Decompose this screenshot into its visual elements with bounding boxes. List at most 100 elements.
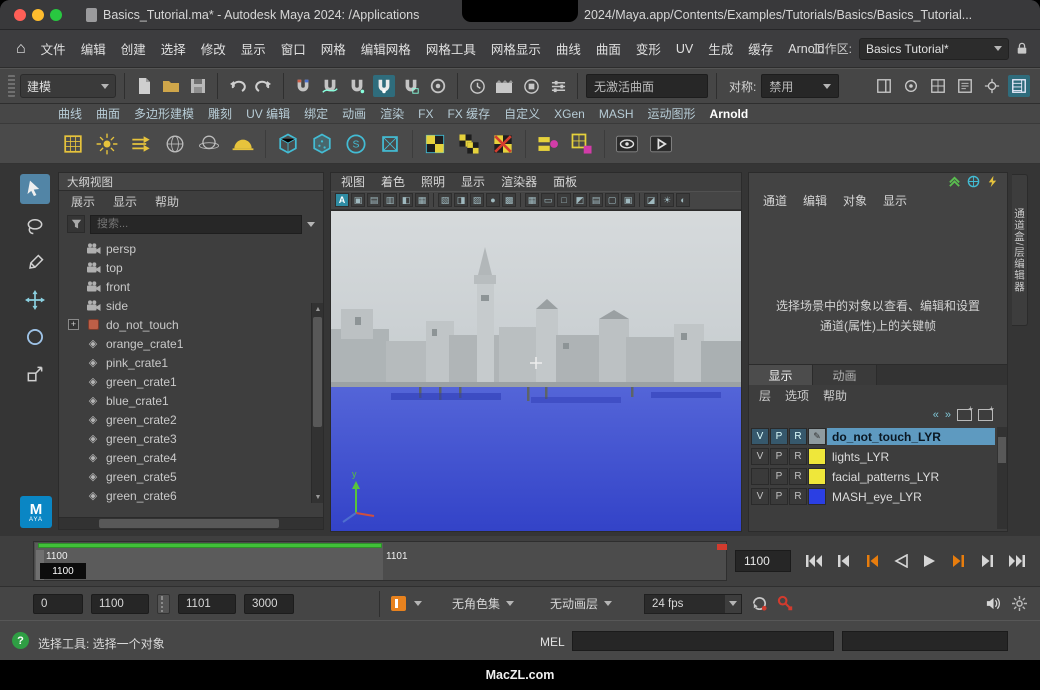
directional-light-icon[interactable] [126,129,156,159]
layer-row-do-not-touch[interactable]: V P R do_not_touch_LYR [751,427,995,446]
symmetry-selector[interactable]: 禁用 [761,74,839,98]
new-scene-button[interactable] [133,75,155,97]
titlebar[interactable]: Basics_Tutorial.ma* - Autodesk Maya 2024… [0,0,1040,30]
outliner-item-green-crate1[interactable]: ◈green_crate1 [59,372,323,391]
hierarchy-arrows-icon[interactable] [948,175,961,188]
outliner-item-pink-crate1[interactable]: ◈pink_crate1 [59,353,323,372]
lightning-icon[interactable] [986,175,999,188]
sound-icon[interactable] [984,595,1002,613]
light-mixer-icon[interactable] [567,129,597,159]
outliner-item-green-crate6[interactable]: ◈green_crate6 [59,486,323,505]
workspace-selector[interactable]: Basics Tutorial* [859,38,1009,60]
layer-row-lights[interactable]: V P R lights_LYR [751,447,995,466]
anim-layer-selector[interactable]: 无动画层 [550,595,612,612]
menu-file[interactable]: 文件 [41,39,66,58]
layer-name[interactable]: lights_LYR [827,448,995,465]
lighting-icon[interactable]: ☀ [660,193,674,207]
playback-loop-icon[interactable] [750,595,768,613]
viewport-menu-show[interactable]: 显示 [461,173,485,190]
channel-menu-object[interactable]: 对象 [843,192,867,209]
scroll-down-arrow[interactable]: ▼ [312,491,323,503]
help-icon[interactable]: ? [12,632,29,649]
step-forward-key-button[interactable] [946,549,972,572]
playback-start-field[interactable]: 1100 [91,594,149,614]
outliner-item-green-crate2[interactable]: ◈green_crate2 [59,410,323,429]
step-back-frame-button[interactable] [830,549,856,572]
layer-color-swatch[interactable] [808,448,826,465]
select-tool[interactable] [20,174,50,204]
layer-reference-toggle[interactable]: R [789,488,807,505]
chevron-down-icon[interactable] [414,601,422,606]
paint-select-tool[interactable] [20,248,50,278]
layer-name[interactable]: MASH_eye_LYR [827,488,995,505]
outliner-menu-help[interactable]: 帮助 [155,193,179,210]
outliner-search-input[interactable] [90,215,302,234]
volume-icon[interactable] [307,129,337,159]
scrollbar-thumb[interactable] [313,317,322,427]
outliner-item-blue-crate1[interactable]: ◈blue_crate1 [59,391,323,410]
skydome-light-icon[interactable] [160,129,190,159]
tab-rendering[interactable]: 渲染 [380,105,404,122]
tab-uv-editing[interactable]: UV 编辑 [246,105,290,122]
menu-edit[interactable]: 编辑 [81,39,106,58]
ipr-render-icon[interactable] [520,75,542,97]
uv-editor-icon[interactable] [927,75,949,97]
safe-action-icon[interactable]: ▢ [605,193,619,207]
viewport-menu-shading[interactable]: 着色 [381,173,405,190]
render-settings-icon[interactable] [547,75,569,97]
tab-xgen[interactable]: XGen [554,107,585,121]
menu-display[interactable]: 显示 [241,39,266,58]
scrollbar-thumb[interactable] [99,519,279,528]
undo-button[interactable] [226,75,248,97]
timeline-bookmark[interactable] [717,544,727,550]
redo-button[interactable] [253,75,275,97]
layer-row-mash-eye[interactable]: V P R MASH_eye_LYR [751,487,995,506]
select-camera-icon[interactable]: ▣ [351,193,365,207]
mel-input-field[interactable] [572,631,834,651]
layer-name[interactable]: facial_patterns_LYR [827,468,995,485]
textured-icon[interactable]: ▩ [502,193,516,207]
open-scene-button[interactable] [160,75,182,97]
layer-reference-toggle[interactable]: R [789,468,807,485]
tab-curves[interactable]: 曲线 [58,105,82,122]
go-to-end-button[interactable] [1004,549,1030,572]
playback-end-field[interactable]: 1101 [178,594,236,614]
snap-to-curves-icon[interactable] [319,75,341,97]
physical-sky-icon[interactable] [228,129,258,159]
current-time-field[interactable]: 1100 [735,550,791,572]
menu-set-selector[interactable]: 建模 [20,74,116,98]
channel-menu-channels[interactable]: 通道 [763,192,787,209]
isolate-select-icon[interactable]: ◪ [644,193,658,207]
tab-motion-graphics[interactable]: 运动图形 [648,105,696,122]
zoom-button[interactable] [50,9,62,21]
minimize-button[interactable] [32,9,44,21]
snap-to-points-icon[interactable] [346,75,368,97]
menu-curves[interactable]: 曲线 [556,39,581,58]
tab-anim-layers[interactable]: 动画 [813,365,877,385]
outliner-tree[interactable]: persp top front side +do_not_touch ◈oran… [59,237,323,517]
layer-scrollbar[interactable] [997,427,1007,529]
channel-box-side-tab[interactable]: 通道盒/层编辑器 [1012,174,1028,326]
layer-menu-layers[interactable]: 层 [759,387,771,404]
fps-selector[interactable]: 24 fps [644,594,742,614]
procedural-icon[interactable]: S [341,129,371,159]
go-to-start-button[interactable] [801,549,827,572]
animation-start-field[interactable]: 0 [33,594,83,614]
wireframe-on-shaded-icon[interactable]: ▨ [470,193,484,207]
scrollbar-thumb[interactable] [998,437,1006,463]
snap-to-view-planes-icon[interactable] [400,75,422,97]
outliner-item-persp[interactable]: persp [59,239,323,258]
viewport-menu-view[interactable]: 视图 [341,173,365,190]
snap-to-grids-icon[interactable] [292,75,314,97]
outliner-item-orange-crate1[interactable]: ◈orange_crate1 [59,334,323,353]
filter-icon[interactable] [67,215,85,233]
home-icon[interactable]: ⌂ [16,40,26,58]
menu-cache[interactable]: 缓存 [748,39,773,58]
viewport-menu-panels[interactable]: 面板 [553,173,577,190]
menu-modify[interactable]: 修改 [201,39,226,58]
layer-menu-help[interactable]: 帮助 [823,387,847,404]
snap-to-projected-center-icon[interactable] [373,75,395,97]
tab-display-layers[interactable]: 显示 [749,365,813,385]
tab-poly-modeling[interactable]: 多边形建模 [134,105,194,122]
outliner-item-front[interactable]: front [59,277,323,296]
